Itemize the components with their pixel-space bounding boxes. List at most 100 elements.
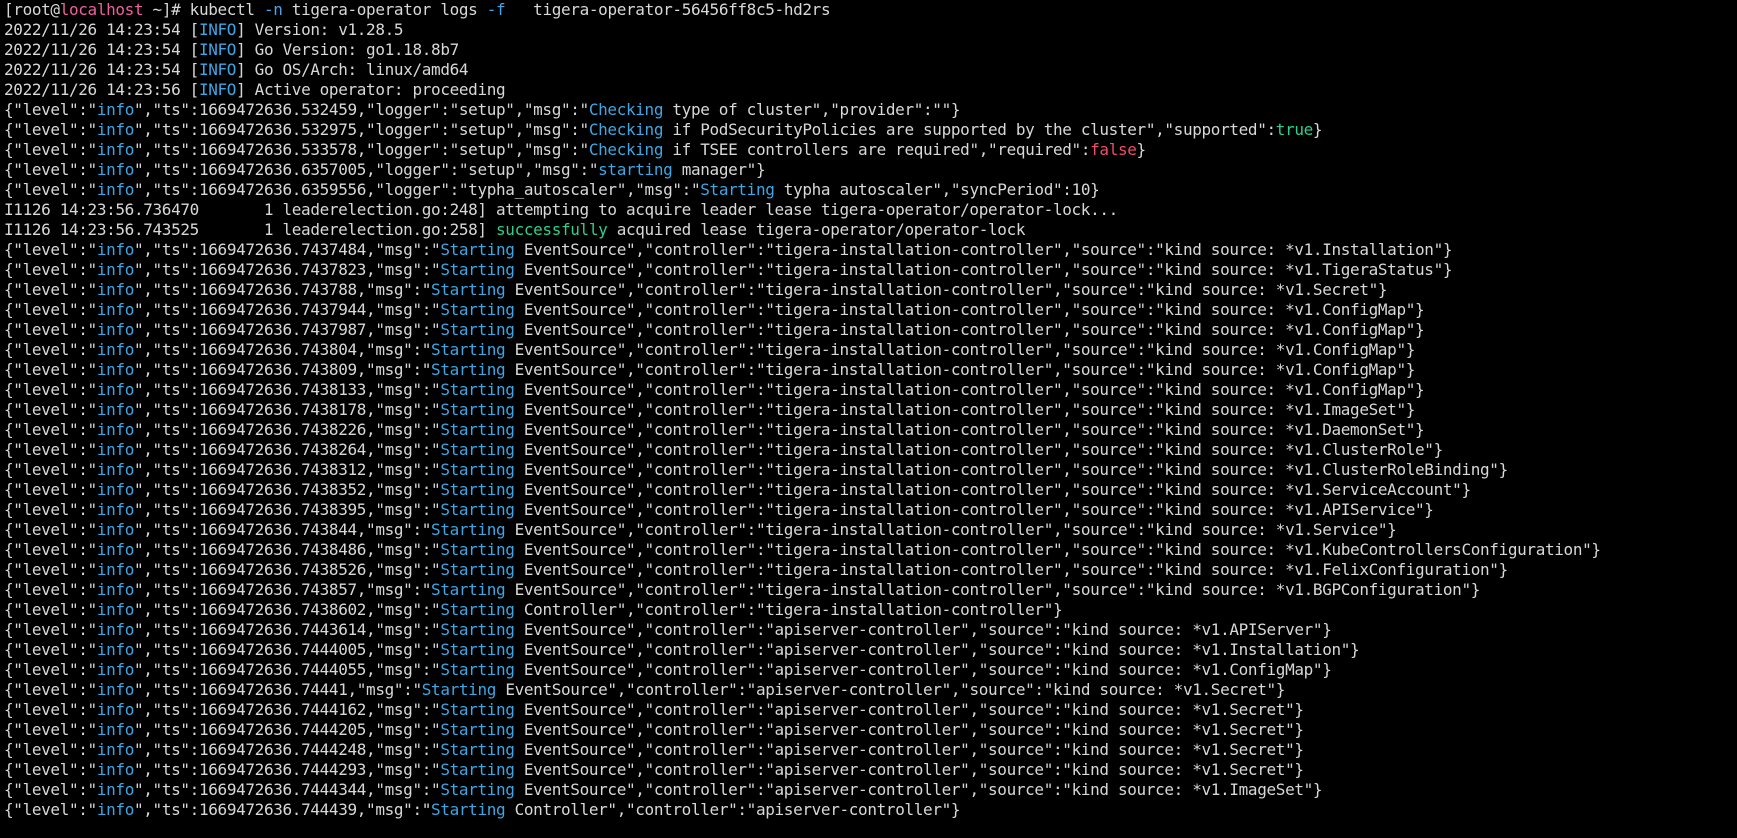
log-text-segment: ","ts":1669472636.532975,"logger":"setup…	[133, 120, 589, 139]
log-line: {"level":"info","ts":1669472636.7438602,…	[4, 600, 1737, 620]
log-text-segment: ","ts":1669472636.74441,"msg":"	[133, 680, 422, 699]
log-text-segment: ","ts":1669472636.7438352,"msg":"	[133, 480, 441, 499]
log-text-segment: {"level":"	[4, 100, 97, 119]
log-text-segment: info	[96, 800, 134, 819]
log-text-segment: 2022/11/26 14:23:54 [	[4, 40, 199, 59]
log-text-segment: info	[96, 760, 134, 779]
log-line: {"level":"info","ts":1669472636.533578,"…	[4, 140, 1737, 160]
log-text-segment: ","ts":1669472636.7438133,"msg":"	[133, 380, 441, 399]
log-text-segment: ","ts":1669472636.743844,"msg":"	[133, 520, 432, 539]
log-text-segment: ","ts":1669472636.6357005,"logger":"setu…	[133, 160, 599, 179]
log-text-segment: {"level":"	[4, 700, 97, 719]
log-text-segment: EventSource","controller":"apiserver-con…	[514, 660, 1332, 679]
prompt-segment: localhost	[59, 0, 144, 19]
log-text-segment: EventSource","controller":"apiserver-con…	[514, 780, 1323, 799]
log-text-segment: INFO	[198, 60, 237, 79]
log-text-segment: EventSource","controller":"tigera-instal…	[514, 300, 1425, 319]
prompt-segment: tigera-operator logs	[282, 0, 487, 19]
log-line: {"level":"info","ts":1669472636.743788,"…	[4, 280, 1737, 300]
log-line: {"level":"info","ts":1669472636.7443614,…	[4, 620, 1737, 640]
log-line: {"level":"info","ts":1669472636.7438312,…	[4, 460, 1737, 480]
log-line: {"level":"info","ts":1669472636.6359556,…	[4, 180, 1737, 200]
log-text-segment: ","ts":1669472636.7438526,"msg":"	[133, 560, 441, 579]
log-text-segment: ","ts":1669472636.7437823,"msg":"	[133, 260, 441, 279]
log-text-segment: Checking	[588, 100, 664, 119]
log-text-segment: ","ts":1669472636.744439,"msg":"	[133, 800, 432, 819]
log-text-segment: ","ts":1669472636.743804,"msg":"	[133, 340, 432, 359]
log-text-segment: info	[96, 140, 134, 159]
log-text-segment: {"level":"	[4, 520, 97, 539]
log-text-segment: info	[96, 160, 134, 179]
log-text-segment: ] Go OS/Arch: linux/amd64	[236, 60, 469, 79]
log-text-segment: 2022/11/26 14:23:54 [	[4, 20, 199, 39]
log-text-segment: {"level":"	[4, 680, 97, 699]
log-line: {"level":"info","ts":1669472636.7444055,…	[4, 660, 1737, 680]
log-text-segment: {"level":"	[4, 420, 97, 439]
log-text-segment: I1126 14:23:56.743525 1 leaderelection.g…	[4, 220, 496, 239]
log-line: {"level":"info","ts":1669472636.7444205,…	[4, 720, 1737, 740]
log-text-segment: {"level":"	[4, 280, 97, 299]
log-text-segment: acquired lease tigera-operator/operator-…	[607, 220, 1026, 239]
log-line: 2022/11/26 14:23:56 [INFO] Active operat…	[4, 80, 1737, 100]
terminal-window[interactable]: [root@localhost ~]# kubectl -n tigera-op…	[0, 0, 1737, 838]
log-text-segment: ","ts":1669472636.743788,"msg":"	[133, 280, 432, 299]
log-text-segment: INFO	[198, 20, 237, 39]
log-text-segment: EventSource","controller":"tigera-instal…	[514, 260, 1453, 279]
log-text-segment: info	[96, 180, 134, 199]
log-text-segment: info	[96, 440, 134, 459]
log-text-segment: I1126 14:23:56.736470 1 leaderelection.g…	[4, 200, 1118, 219]
log-text-segment: {"level":"	[4, 260, 97, 279]
log-text-segment: EventSource","controller":"tigera-instal…	[505, 580, 1481, 599]
log-text-segment: {"level":"	[4, 480, 97, 499]
log-text-segment: Starting	[440, 540, 515, 559]
log-text-segment: info	[96, 540, 134, 559]
log-line: {"level":"info","ts":1669472636.7438352,…	[4, 480, 1737, 500]
log-text-segment: ] Version: v1.28.5	[236, 20, 404, 39]
log-line: {"level":"info","ts":1669472636.7438226,…	[4, 420, 1737, 440]
log-text-segment: Starting	[440, 760, 515, 779]
log-text-segment: info	[96, 380, 134, 399]
log-text-segment: Checking	[588, 140, 664, 159]
log-line: 2022/11/26 14:23:54 [INFO] Version: v1.2…	[4, 20, 1737, 40]
log-text-segment: {"level":"	[4, 460, 97, 479]
log-text-segment: Controller","controller":"tigera-install…	[514, 600, 1063, 619]
log-text-segment: Starting	[421, 680, 497, 699]
log-text-segment: ","ts":1669472636.7438178,"msg":"	[133, 400, 441, 419]
log-line: {"level":"info","ts":1669472636.7438264,…	[4, 440, 1737, 460]
log-text-segment: Starting	[440, 780, 515, 799]
log-text-segment: ","ts":1669472636.7438486,"msg":"	[133, 540, 441, 559]
log-text-segment: info	[96, 700, 134, 719]
log-line: {"level":"info","ts":1669472636.7438395,…	[4, 500, 1737, 520]
log-text-segment: ","ts":1669472636.743809,"msg":"	[133, 360, 432, 379]
log-text-segment: ","ts":1669472636.7444344,"msg":"	[133, 780, 441, 799]
log-text-segment: typha autoscaler","syncPeriod":10}	[774, 180, 1100, 199]
log-text-segment: ","ts":1669472636.7444162,"msg":"	[133, 700, 441, 719]
log-text-segment: EventSource","controller":"tigera-instal…	[514, 240, 1453, 259]
log-line: I1126 14:23:56.736470 1 leaderelection.g…	[4, 200, 1737, 220]
log-text-segment: ","ts":1669472636.533578,"logger":"setup…	[133, 140, 589, 159]
log-text-segment: {"level":"	[4, 800, 97, 819]
log-line: {"level":"info","ts":1669472636.743844,"…	[4, 520, 1737, 540]
log-text-segment: ","ts":1669472636.7444205,"msg":"	[133, 720, 441, 739]
log-text-segment: EventSource","controller":"tigera-instal…	[514, 540, 1601, 559]
log-text-segment: EventSource","controller":"tigera-instal…	[505, 280, 1388, 299]
log-text-segment: Starting	[440, 380, 515, 399]
log-text-segment: Starting	[440, 320, 515, 339]
log-text-segment: {"level":"	[4, 320, 97, 339]
log-text-segment: Starting	[440, 600, 515, 619]
log-text-segment: Starting	[440, 660, 515, 679]
log-text-segment: {"level":"	[4, 180, 97, 199]
log-text-segment: EventSource","controller":"apiserver-con…	[514, 700, 1304, 719]
log-text-segment: Starting	[440, 740, 515, 759]
log-text-segment: EventSource","controller":"tigera-instal…	[505, 520, 1397, 539]
log-text-segment: {"level":"	[4, 580, 97, 599]
log-text-segment: Starting	[440, 240, 515, 259]
log-text-segment: info	[96, 600, 134, 619]
log-text-segment: info	[96, 100, 134, 119]
log-text-segment: info	[96, 500, 134, 519]
log-text-segment: info	[96, 400, 134, 419]
log-line: {"level":"info","ts":1669472636.7438526,…	[4, 560, 1737, 580]
log-text-segment: ","ts":1669472636.7438395,"msg":"	[133, 500, 441, 519]
log-line: {"level":"info","ts":1669472636.532459,"…	[4, 100, 1737, 120]
log-text-segment: {"level":"	[4, 240, 97, 259]
